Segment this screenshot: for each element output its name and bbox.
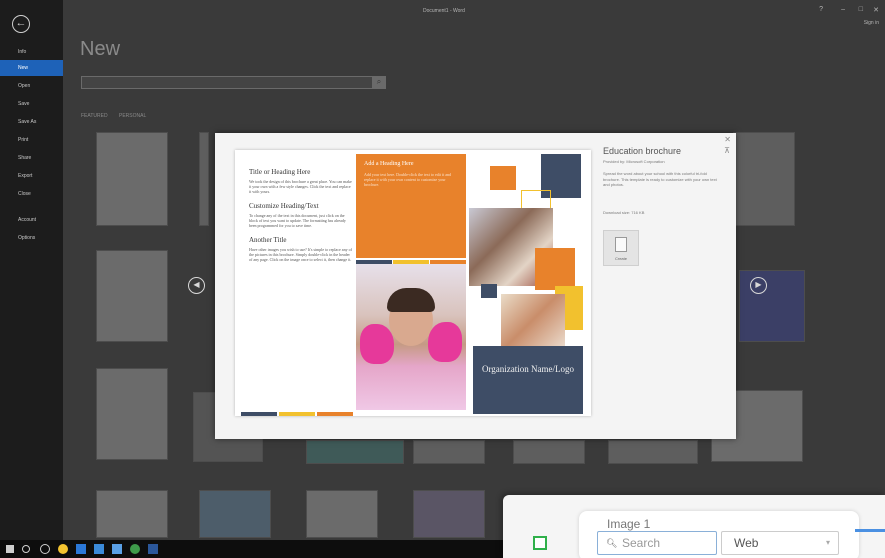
sidebar-item-export[interactable]: Export bbox=[0, 168, 63, 184]
mail-icon[interactable] bbox=[112, 544, 122, 554]
template-tile[interactable] bbox=[96, 490, 168, 538]
decor-stripe bbox=[241, 412, 277, 416]
chrome-icon[interactable] bbox=[58, 544, 68, 554]
create-button[interactable]: Create bbox=[603, 230, 639, 266]
sidebar-item-save[interactable]: Save bbox=[0, 96, 63, 112]
maximize-icon[interactable]: □ bbox=[859, 6, 863, 13]
sidebar-item-close[interactable]: Close bbox=[0, 186, 63, 202]
start-icon[interactable] bbox=[6, 545, 14, 553]
app-icon[interactable] bbox=[130, 544, 140, 554]
brochure-heading-1: Title or Heading Here bbox=[249, 168, 311, 176]
user-account[interactable]: Sign in bbox=[864, 20, 879, 26]
image-search-panel: Image 1 🔍︎ Search Web ▾ bbox=[503, 495, 885, 558]
template-tile[interactable] bbox=[96, 368, 168, 460]
window-title: Document1 - Word bbox=[423, 8, 465, 14]
template-tile[interactable] bbox=[413, 490, 485, 538]
orange-panel-title: Add a Heading Here bbox=[364, 161, 414, 167]
template-tile[interactable] bbox=[513, 440, 585, 464]
image-search-card: Image 1 🔍︎ Search Web ▾ bbox=[579, 511, 859, 558]
template-tile-blank[interactable] bbox=[96, 132, 168, 226]
tab-featured[interactable]: FEATURED bbox=[81, 113, 108, 119]
template-tile[interactable] bbox=[733, 132, 795, 226]
word-icon[interactable] bbox=[148, 544, 158, 554]
photo-detail bbox=[428, 322, 462, 362]
child-painted-hands-photo bbox=[356, 264, 466, 410]
document-icon bbox=[615, 237, 627, 252]
pin-icon[interactable]: ⊼ bbox=[724, 146, 730, 155]
tab-personal[interactable]: PERSONAL bbox=[119, 113, 146, 119]
accent-line bbox=[855, 529, 885, 532]
close-icon[interactable]: ✕ bbox=[873, 6, 879, 14]
decor-square bbox=[490, 166, 516, 190]
organization-logo-box: Organization Name/Logo bbox=[473, 346, 583, 414]
organization-name: Organization Name/Logo bbox=[481, 364, 575, 374]
template-tile[interactable] bbox=[413, 440, 485, 464]
backstage-sidebar: ← Info New Open Save Save As Print Share… bbox=[0, 0, 63, 540]
decor-square bbox=[535, 248, 575, 290]
decor-stripe bbox=[279, 412, 315, 416]
photo-detail bbox=[387, 288, 435, 312]
sidebar-item-info[interactable]: Info bbox=[0, 44, 63, 60]
sidebar-item-share[interactable]: Share bbox=[0, 150, 63, 166]
brochure-text-2: To change any of the text in this docume… bbox=[249, 213, 346, 228]
card-title: Image 1 bbox=[607, 517, 651, 531]
help-icon[interactable]: ? bbox=[819, 6, 823, 13]
template-provider: Provided by: Microsoft Corporation bbox=[603, 159, 665, 164]
minimize-icon[interactable]: – bbox=[841, 6, 845, 13]
brochure-text-3: Have other images you wish to use? It's … bbox=[249, 247, 352, 262]
sidebar-item-options[interactable]: Options bbox=[0, 230, 63, 246]
previous-template-icon[interactable]: ◀ bbox=[188, 277, 205, 294]
template-tile[interactable] bbox=[306, 490, 378, 538]
store-icon[interactable] bbox=[94, 544, 104, 554]
search-placeholder: Search bbox=[622, 536, 661, 550]
decor-stripe bbox=[317, 412, 353, 416]
file-explorer-icon[interactable] bbox=[76, 544, 86, 554]
template-tile[interactable] bbox=[96, 250, 168, 342]
search-icon[interactable]: ⌕ bbox=[372, 76, 386, 89]
close-icon[interactable]: ✕ bbox=[724, 135, 731, 144]
template-tile[interactable] bbox=[199, 490, 271, 538]
chevron-down-icon: ▾ bbox=[825, 538, 830, 547]
image-search-input[interactable]: 🔍︎ Search bbox=[597, 531, 717, 555]
orange-panel-text: Add your text here. Double-click the tex… bbox=[364, 172, 451, 187]
back-arrow-icon[interactable]: ← bbox=[12, 15, 30, 33]
template-title: Education brochure bbox=[603, 146, 682, 156]
template-tile[interactable] bbox=[739, 270, 805, 342]
template-preview-dialog: ✕ ⊼ Title or Heading Here We took the de… bbox=[215, 133, 736, 439]
cortana-icon[interactable] bbox=[40, 544, 50, 554]
orange-panel: Add a Heading Here Add your text here. D… bbox=[356, 154, 466, 258]
template-search-input[interactable] bbox=[81, 76, 386, 89]
template-tile[interactable] bbox=[306, 440, 404, 464]
decor-square bbox=[481, 284, 497, 298]
brochure-preview: Title or Heading Here We took the design… bbox=[235, 150, 591, 416]
sidebar-item-open[interactable]: Open bbox=[0, 78, 63, 94]
search-icon: 🔍︎ bbox=[606, 538, 618, 548]
checkbox[interactable] bbox=[533, 536, 547, 550]
source-select-value: Web bbox=[734, 536, 759, 550]
template-tile[interactable] bbox=[608, 440, 698, 464]
download-size: Download size: 716 KB bbox=[603, 210, 645, 215]
photo-detail bbox=[360, 324, 394, 364]
brochure-text-1: We took the design of this brochure a gr… bbox=[249, 179, 352, 194]
create-label: Create bbox=[614, 256, 627, 261]
template-description: Spread the word about your school with t… bbox=[603, 171, 717, 187]
sidebar-item-print[interactable]: Print bbox=[0, 132, 63, 148]
search-icon[interactable] bbox=[22, 545, 30, 553]
sidebar-item-account[interactable]: Account bbox=[0, 212, 63, 228]
sidebar-item-new[interactable]: New bbox=[0, 60, 63, 76]
page-title: New bbox=[80, 38, 121, 60]
template-tile[interactable] bbox=[199, 132, 209, 226]
brochure-column-text: Title or Heading Here We took the design… bbox=[249, 160, 353, 262]
source-select[interactable]: Web ▾ bbox=[721, 531, 839, 555]
sidebar-item-save-as[interactable]: Save As bbox=[0, 114, 63, 130]
next-template-icon[interactable]: ▶ bbox=[750, 277, 767, 294]
brochure-heading-3: Another Title bbox=[249, 236, 287, 244]
brochure-heading-2: Customize Heading/Text bbox=[249, 202, 319, 210]
